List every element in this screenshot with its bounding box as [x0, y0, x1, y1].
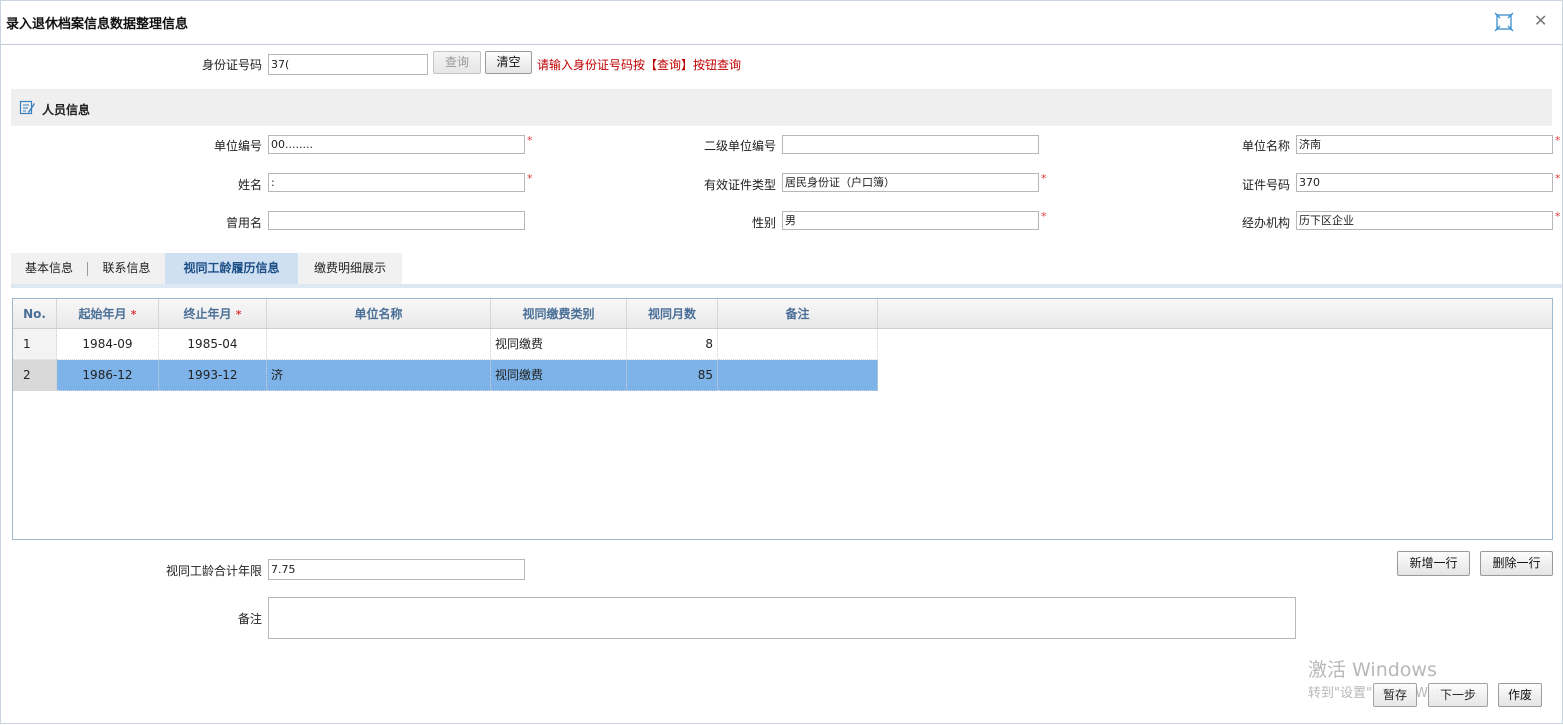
cell-unit[interactable]: 济	[267, 360, 491, 391]
cert-number-input[interactable]: 370	[1296, 173, 1553, 192]
note-textarea[interactable]	[268, 597, 1296, 639]
cell-start[interactable]: 1984-09	[57, 329, 159, 360]
required-mark: *	[235, 308, 242, 321]
cell-note[interactable]	[718, 329, 878, 360]
required-mark: *	[1555, 134, 1561, 147]
col-header-start[interactable]: 起始年月 *	[57, 299, 159, 329]
cell-type[interactable]: 视同缴费	[491, 329, 627, 360]
dialog-titlebar	[0, 0, 1563, 45]
edit-icon	[19, 99, 36, 116]
void-button[interactable]: 作废	[1498, 683, 1542, 707]
agency-select[interactable]: 历下区企业	[1296, 211, 1553, 230]
name-label: 姓名	[237, 178, 262, 192]
tab-contact-info[interactable]: 联系信息	[88, 253, 165, 284]
section-title: 人员信息	[42, 103, 91, 117]
cell-end[interactable]: 1985-04	[159, 329, 267, 360]
col-header-unit[interactable]: 单位名称	[267, 299, 491, 329]
cell-start[interactable]: 1986-12	[57, 360, 159, 391]
add-row-button[interactable]: 新增一行	[1397, 551, 1470, 576]
tab-basic-info[interactable]: 基本信息	[11, 253, 87, 284]
total-years-label: 视同工龄合计年限	[165, 564, 262, 578]
col-header-type[interactable]: 视同缴费类别	[491, 299, 627, 329]
row-number: 2	[13, 360, 57, 391]
id-number-input[interactable]: 37(	[268, 54, 428, 75]
cell-note[interactable]	[718, 360, 878, 391]
maximize-icon[interactable]	[1493, 11, 1515, 33]
close-icon[interactable]: ✕	[1534, 11, 1547, 30]
save-draft-button[interactable]: 暂存	[1373, 683, 1417, 707]
cert-type-label: 有效证件类型	[703, 178, 776, 192]
col-header-note[interactable]: 备注	[718, 299, 878, 329]
required-mark: *	[527, 172, 533, 185]
former-name-label: 曾用名	[225, 216, 262, 230]
required-mark: *	[527, 134, 533, 147]
former-name-input[interactable]	[268, 211, 525, 230]
gender-label: 性别	[751, 216, 776, 230]
sub-unit-code-label: 二级单位编号	[703, 139, 776, 153]
next-step-button[interactable]: 下一步	[1428, 683, 1488, 707]
unit-code-label: 单位编号	[213, 139, 262, 153]
col-header-end[interactable]: 终止年月 *	[159, 299, 267, 329]
search-hint: 请输入身份证号码按【查询】按钮查询	[537, 58, 742, 72]
unit-code-input[interactable]: 00........	[268, 135, 525, 154]
required-mark: *	[130, 308, 137, 321]
table-row-selected[interactable]: 2 1986-12 1993-12 济 视同缴费 85	[13, 360, 878, 391]
required-mark: *	[1555, 210, 1561, 223]
required-mark: *	[1041, 210, 1047, 223]
unit-name-input[interactable]: 济南	[1296, 135, 1553, 154]
dialog-title: 录入退休档案信息数据整理信息	[6, 17, 189, 32]
cell-months[interactable]: 85	[627, 360, 718, 391]
query-button[interactable]: 查询	[433, 51, 481, 74]
person-info-section	[11, 89, 1552, 126]
note-label: 备注	[237, 612, 262, 626]
name-input[interactable]: :	[268, 173, 525, 192]
tab-service-history[interactable]: 视同工龄履历信息	[165, 253, 298, 284]
required-mark: *	[1555, 172, 1561, 185]
sub-unit-code-input[interactable]	[782, 135, 1039, 154]
tab-payment-details[interactable]: 缴费明细展示	[298, 253, 402, 284]
cell-type[interactable]: 视同缴费	[491, 360, 627, 391]
total-years-input[interactable]: 7.75	[268, 559, 525, 580]
col-header-end-label: 终止年月	[183, 307, 232, 321]
cell-end[interactable]: 1993-12	[159, 360, 267, 391]
cell-months[interactable]: 8	[627, 329, 718, 360]
agency-label: 经办机构	[1241, 216, 1290, 230]
windows-activation-watermark: 激活 Windows	[1308, 659, 1437, 681]
row-number: 1	[13, 329, 57, 360]
delete-row-button[interactable]: 删除一行	[1480, 551, 1553, 576]
table-row[interactable]: 1 1984-09 1985-04 视同缴费 8	[13, 329, 878, 360]
col-header-no: No.	[13, 299, 57, 329]
tab-underline	[11, 284, 1562, 288]
unit-name-label: 单位名称	[1241, 139, 1290, 153]
cert-type-select[interactable]: 居民身份证（户口簿）	[782, 173, 1039, 192]
col-header-months[interactable]: 视同月数	[627, 299, 718, 329]
cert-number-label: 证件号码	[1241, 178, 1290, 192]
cell-unit[interactable]	[267, 329, 491, 360]
gender-select[interactable]: 男	[782, 211, 1039, 230]
col-header-start-label: 起始年月	[78, 307, 127, 321]
required-mark: *	[1041, 172, 1047, 185]
clear-button[interactable]: 清空	[485, 51, 532, 74]
id-number-label: 身份证号码	[201, 58, 262, 72]
